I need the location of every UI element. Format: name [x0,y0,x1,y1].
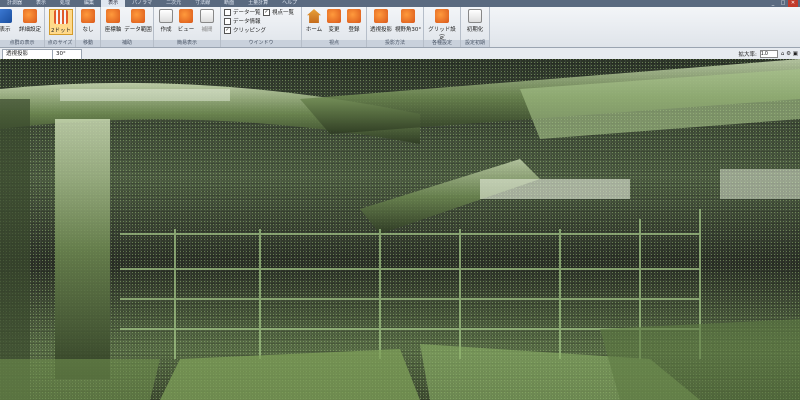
group-caption: 簡易表示 [154,40,220,47]
group-caption: 設定初期 [461,40,489,47]
fov-icon [401,9,415,23]
group-caption: 点のサイズ [45,40,75,47]
ribbon-tab[interactable]: 表示 [29,0,53,7]
checkbox-box-checked: ✓ [224,27,231,34]
fov-button[interactable]: 視野角30° [394,9,422,33]
group-caption: 各種設定 [424,40,460,47]
display-button[interactable]: 表示 [0,9,14,33]
zoom-input[interactable] [759,49,778,58]
window-controls: _ □ ✕ [768,0,798,7]
ribbon-tab[interactable]: 二次元 [159,0,188,7]
group-caption: 点群の表示 [0,40,44,47]
ribbon-tab[interactable]: 表示 [101,0,126,7]
ribbon-tab[interactable]: 計測器 [0,0,29,7]
home-icon [307,9,321,23]
zoom-label: 拡大率: [738,51,757,58]
register-button[interactable]: 登録 [344,9,364,33]
group-caption: ウインドウ [221,40,301,47]
checkbox-box [224,18,231,25]
ribbon: 表示 詳細設定 点群の表示 2ドット 点のサイズ なし 移動 座標軸 データ範囲 [0,7,800,48]
ribbon-tab[interactable]: ヘルプ [275,0,304,7]
grid-icon [435,9,449,23]
minimize-button[interactable]: _ [768,0,778,7]
group-simple-view: 作成 ビュー 補間 簡易表示 [154,7,221,47]
close-button[interactable]: ✕ [788,0,798,7]
checkbox-clipping[interactable]: ✓ クリッピング [224,27,266,35]
group-point-size: 2ドット 点のサイズ [45,7,76,47]
group-caption: 移動 [76,40,100,47]
create-button[interactable]: 作成 [156,9,176,33]
group-assist: 座標軸 データ範囲 補助 [101,7,154,47]
change-icon [327,9,341,23]
group-caption: 補助 [101,40,153,47]
move-icon [81,9,95,23]
axis-icon [106,9,120,23]
ribbon-tab[interactable]: 寸法線 [188,0,217,7]
register-icon [347,9,361,23]
checkbox-box [224,9,231,16]
data-range-button[interactable]: データ範囲 [124,9,152,33]
checkbox-box-checked: ✓ [263,9,270,16]
group-move: なし 移動 [76,7,101,47]
group-window: データ一覧 ✓ 視点一覧 データ情報 ✓ クリッピング ウインドウ [221,7,302,47]
checkbox-data-info[interactable]: データ情報 [224,18,261,26]
axis-button[interactable]: 座標軸 [103,9,123,33]
perspective-button[interactable]: 透視投影 [368,9,394,33]
ribbon-tab[interactable]: 処理 [53,0,77,7]
group-point-display: 表示 詳細設定 点群の表示 [0,7,45,47]
group-caption: 投影方法 [367,40,423,47]
range-icon [131,9,145,23]
zoom-icons: ⌂ ⚙ ▣ [780,50,798,57]
perspective-icon [374,9,388,23]
view-icon [179,9,193,23]
checkbox-data-list[interactable]: データ一覧 [224,9,261,17]
group-viewpoint: ホーム 変更 登録 視点 [302,7,367,47]
group-settings: グリッド設定 各種設定 [424,7,461,47]
interpolate-button[interactable]: 補間 [197,9,217,33]
ribbon-tab[interactable]: パノラマ [125,0,159,7]
reset-button[interactable]: 初期化 [463,9,487,33]
point-cloud-viewport[interactable] [0,59,800,400]
grid-settings-button[interactable]: グリッド設定 [426,9,458,41]
group-reset: 初期化 設定初期 [461,7,490,47]
detail-settings-button[interactable]: 詳細設定 [16,9,44,33]
interpolate-icon [200,9,214,23]
view-button[interactable]: ビュー [176,9,196,33]
change-button[interactable]: 変更 [324,9,344,33]
group-projection: 透視投影 視野角30° 投影方法 [367,7,424,47]
ribbon-tabs: 計測器 表示 処理 編集 表示 パノラマ 二次元 寸法線 断面 土量計算 ヘルプ [0,0,304,7]
ribbon-tab[interactable]: 断面 [217,0,241,7]
home-button[interactable]: ホーム [304,9,324,33]
point-size-button[interactable]: 2ドット [49,9,73,35]
document-icon [159,9,173,23]
group-caption: 視点 [302,40,366,47]
settings-icon [23,9,37,23]
ribbon-tab[interactable]: 土量計算 [241,0,275,7]
zoom-control: 拡大率: ⌂ ⚙ ▣ [739,49,798,58]
maximize-button[interactable]: □ [778,0,788,7]
dot-grid-icon [54,10,68,24]
title-bar: 計測器 表示 処理 編集 表示 パノラマ 二次元 寸法線 断面 土量計算 ヘルプ _ □ ✕ [0,0,800,7]
point-cloud-render [0,59,800,400]
move-none-button[interactable]: なし [79,9,97,33]
ribbon-tab[interactable]: 編集 [77,0,101,7]
display-icon [0,9,12,23]
reset-icon [468,9,482,23]
checkbox-viewpoint-list[interactable]: ✓ 視点一覧 [263,9,294,17]
